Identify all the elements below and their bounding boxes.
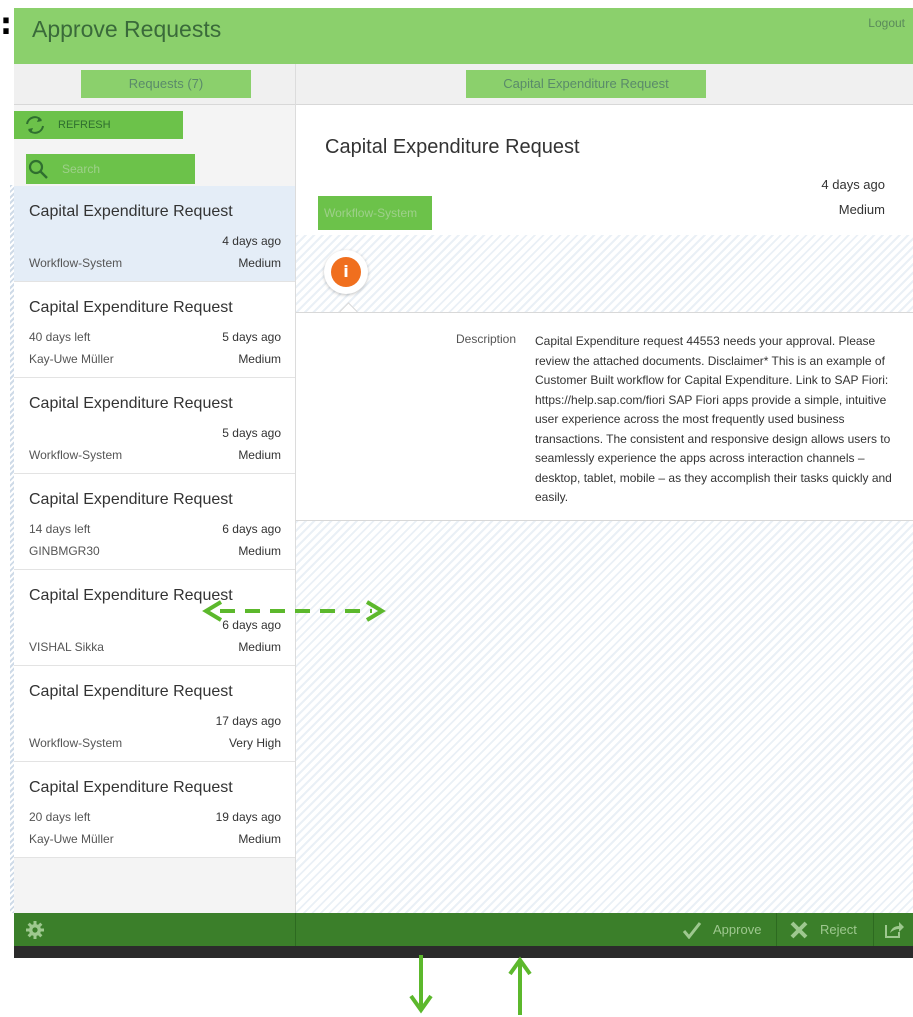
list-item-title: Capital Expenditure Request bbox=[29, 779, 233, 796]
list-item-creator: Workflow-System bbox=[29, 448, 123, 462]
list-item-priority: Very High bbox=[228, 736, 281, 750]
search-placeholder: Search bbox=[62, 162, 101, 176]
list-item-due: 14 days left bbox=[29, 522, 91, 536]
icon-tab-bar: i bbox=[296, 235, 913, 312]
bottom-shadow-strip bbox=[14, 946, 913, 958]
info-icon: i bbox=[331, 257, 361, 287]
tab-info[interactable]: i bbox=[324, 250, 368, 294]
reject-label: Reject bbox=[820, 922, 857, 937]
list-item[interactable]: Capital Expenditure Request 14 days left… bbox=[14, 474, 295, 570]
detail-header: Capital Expenditure Request bbox=[296, 64, 913, 105]
master-panel: Requests (7) REFRESH Search Capital Expe… bbox=[14, 64, 296, 913]
list-item-creator: Workflow-System bbox=[29, 736, 123, 750]
object-header: Capital Expenditure Request 4 days ago M… bbox=[296, 105, 913, 312]
gear-icon[interactable] bbox=[26, 921, 44, 939]
list-item-priority: Medium bbox=[238, 352, 281, 366]
description-section: Description Capital Expenditure request … bbox=[296, 312, 913, 521]
app-header: Approve Requests Logout bbox=[14, 8, 913, 64]
refresh-label: REFRESH bbox=[58, 119, 111, 131]
detail-panel: Capital Expenditure Request 4 days ago M… bbox=[296, 105, 913, 913]
master-header-title: Requests (7) bbox=[81, 70, 251, 98]
logout-button[interactable]: Logout bbox=[868, 16, 905, 30]
list-item[interactable]: Capital Expenditure Request 5 days ago W… bbox=[14, 378, 295, 474]
search-icon bbox=[28, 159, 48, 179]
title-colon: : bbox=[0, 7, 12, 42]
refresh-button[interactable]: REFRESH bbox=[14, 111, 183, 139]
reject-icon bbox=[790, 921, 808, 939]
detail-header-title: Capital Expenditure Request bbox=[466, 70, 706, 98]
list-item-title: Capital Expenditure Request bbox=[29, 299, 233, 316]
share-icon bbox=[885, 922, 904, 938]
description-label: Description bbox=[456, 332, 517, 346]
footer-toolbar: Approve Reject bbox=[14, 913, 913, 946]
footer-divider bbox=[295, 913, 296, 946]
refresh-icon bbox=[26, 116, 44, 134]
list-item-priority: Medium bbox=[238, 832, 281, 846]
list-item[interactable]: Capital Expenditure Request 20 days left… bbox=[14, 762, 295, 858]
list-item-age: 19 days ago bbox=[215, 810, 281, 824]
detail-priority: Medium bbox=[838, 202, 885, 217]
list-item[interactable]: Capital Expenditure Request 17 days ago … bbox=[14, 666, 295, 762]
detail-age: 4 days ago bbox=[821, 177, 885, 192]
list-item-title: Capital Expenditure Request bbox=[29, 683, 233, 700]
list-item[interactable]: Capital Expenditure Request 40 days left… bbox=[14, 282, 295, 378]
list-item-title: Capital Expenditure Request bbox=[29, 203, 233, 220]
master-header: Requests (7) bbox=[14, 64, 295, 105]
detail-creator-link[interactable]: Workflow-System bbox=[318, 196, 432, 230]
list-item-creator: VISHAL Sikka bbox=[29, 640, 104, 654]
arrow-up-icon bbox=[508, 956, 532, 1015]
list-item-age: 17 days ago bbox=[215, 714, 281, 728]
list-item-title: Capital Expenditure Request bbox=[29, 587, 233, 604]
search-input[interactable]: Search bbox=[26, 154, 195, 184]
description-text: Capital Expenditure request 44553 needs … bbox=[535, 334, 892, 504]
app-title: Approve Requests bbox=[32, 16, 222, 42]
check-icon bbox=[682, 922, 702, 939]
list-item-priority: Medium bbox=[238, 544, 281, 558]
reject-button[interactable]: Reject bbox=[777, 913, 873, 946]
list-item-title: Capital Expenditure Request bbox=[29, 491, 233, 508]
list-item-priority: Medium bbox=[238, 256, 281, 270]
list-item-due: 20 days left bbox=[29, 810, 91, 824]
list-item[interactable]: Capital Expenditure Request 4 days ago W… bbox=[14, 186, 295, 282]
list-item-title: Capital Expenditure Request bbox=[29, 395, 233, 412]
request-list: Capital Expenditure Request 4 days ago W… bbox=[14, 186, 295, 858]
list-item-age: 5 days ago bbox=[222, 426, 281, 440]
list-item-creator: Workflow-System bbox=[29, 256, 123, 270]
list-item-creator: GINBMGR30 bbox=[29, 544, 100, 558]
list-item-age: 5 days ago bbox=[222, 330, 281, 344]
list-item-age: 6 days ago bbox=[222, 618, 281, 632]
list-item-due: 40 days left bbox=[29, 330, 91, 344]
list-item-priority: Medium bbox=[238, 448, 281, 462]
list-item-creator: Kay-Uwe Müller bbox=[29, 832, 114, 846]
approve-label: Approve bbox=[713, 922, 762, 937]
approve-button[interactable]: Approve bbox=[672, 913, 774, 946]
arrow-down-icon bbox=[409, 955, 433, 1014]
list-item-priority: Medium bbox=[238, 640, 281, 654]
list-item-age: 4 days ago bbox=[222, 234, 281, 248]
list-item-age: 6 days ago bbox=[222, 522, 281, 536]
detail-title: Capital Expenditure Request bbox=[325, 136, 580, 158]
list-item[interactable]: Capital Expenditure Request 6 days ago V… bbox=[14, 570, 295, 666]
list-item-creator: Kay-Uwe Müller bbox=[29, 352, 114, 366]
share-button[interactable] bbox=[874, 913, 913, 946]
